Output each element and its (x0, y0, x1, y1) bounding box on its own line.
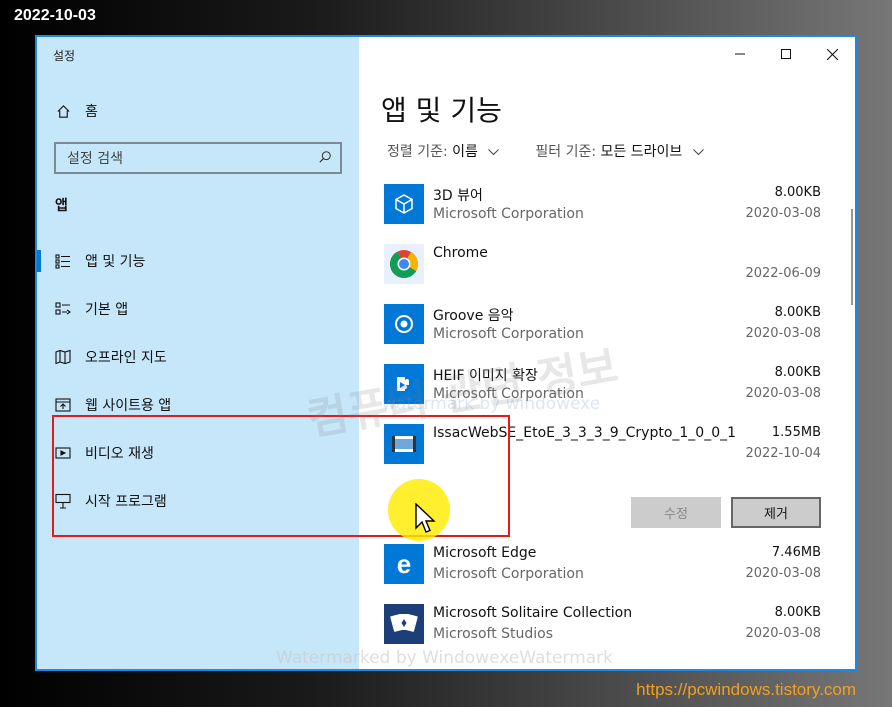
list-filters: 정렬 기준: 이름 필터 기준: 모든 드라이브 (387, 141, 704, 161)
app-size: 8.00KB (774, 605, 821, 620)
settings-search-input[interactable]: 설정 검색 (54, 142, 342, 174)
watermark-bottom: Watermarked by WindowexeWatermark (276, 648, 614, 668)
window-title: 설정 (53, 49, 76, 63)
app-name: Chrome (433, 245, 488, 261)
uninstall-button[interactable]: 제거 (731, 497, 821, 528)
app-name: 3D 뷰어 (433, 188, 483, 204)
app-date: 2020-03-08 (745, 566, 821, 581)
solitaire-icon (384, 604, 424, 644)
default-apps-icon (55, 301, 71, 317)
sidebar: 설정 홈 설정 검색 앱 앱 및 기능 기본 앱 오프라인 지도 웹 사이트용 … (37, 37, 359, 669)
app-name: Microsoft Solitaire Collection (433, 605, 633, 621)
blog-url-stamp: https://pcwindows.tistory.com (636, 680, 856, 699)
app-size: 7.46MB (771, 545, 821, 560)
3d-viewer-icon (384, 184, 424, 224)
nav-item-label: 웹 사이트용 앱 (85, 398, 172, 414)
nav-item-label: 기본 앱 (85, 302, 129, 318)
app-date: 2022-06-09 (745, 266, 821, 281)
list-item[interactable]: Chrome 2022-06-09 (381, 239, 823, 299)
nav-home[interactable]: 홈 (55, 101, 98, 121)
edge-icon: e (384, 544, 424, 584)
watermark-text: watermark by windowexe (382, 394, 601, 414)
app-name: Groove 음악 (433, 308, 514, 324)
minimize-icon (735, 53, 745, 55)
app-size: 1.55MB (771, 425, 821, 440)
app-name: Microsoft Edge (433, 545, 537, 561)
minimize-button[interactable] (717, 37, 763, 71)
maximize-icon (781, 49, 791, 59)
page-title: 앱 및 기능 (381, 94, 502, 127)
app-date: 2022-10-04 (745, 446, 821, 461)
sort-dropdown[interactable]: 정렬 기준: 이름 (387, 141, 500, 161)
app-date: 2020-03-08 (745, 206, 821, 221)
apps-for-websites-icon (55, 397, 71, 413)
groove-music-icon (384, 304, 424, 344)
home-icon (55, 103, 71, 119)
app-date: 2020-03-08 (745, 626, 821, 641)
close-icon (826, 48, 838, 60)
app-publisher: Microsoft Corporation (433, 566, 584, 582)
sort-value: 이름 (452, 144, 478, 160)
section-title: 앱 (55, 198, 68, 214)
app-date: 2020-03-08 (745, 326, 821, 341)
nav-item-apps-features[interactable]: 앱 및 기능 (37, 237, 359, 285)
nav-item-label: 오프라인 지도 (85, 350, 167, 366)
nav-item-default-apps[interactable]: 기본 앱 (37, 285, 359, 333)
app-date: 2020-03-08 (745, 386, 821, 401)
chrome-icon (384, 244, 424, 284)
chevron-down-icon (488, 144, 500, 160)
sort-label: 정렬 기준: (387, 144, 448, 160)
app-publisher: Microsoft Studios (433, 626, 554, 642)
apps-features-icon (55, 253, 71, 269)
settings-window: 설정 홈 설정 검색 앱 앱 및 기능 기본 앱 오프라인 지도 웹 사이트용 … (35, 35, 857, 671)
modify-button[interactable]: 수정 (631, 497, 721, 528)
close-button[interactable] (809, 37, 855, 71)
window-controls (717, 37, 855, 71)
date-stamp: 2022-10-03 (14, 7, 96, 24)
app-size: 8.00KB (774, 365, 821, 380)
filter-label: 필터 기준: (535, 144, 597, 160)
nav-item-offline-maps[interactable]: 오프라인 지도 (37, 333, 359, 381)
app-size: 8.00KB (774, 185, 821, 200)
app-publisher: Microsoft Corporation (433, 206, 584, 222)
list-item[interactable]: e Microsoft Edge Microsoft Corporation 7… (381, 539, 823, 599)
filter-dropdown[interactable]: 필터 기준: 모든 드라이브 (535, 141, 704, 161)
nav-home-label: 홈 (85, 104, 98, 120)
filter-value: 모든 드라이브 (600, 144, 683, 160)
nav-item-label: 앱 및 기능 (85, 254, 146, 270)
app-size: 8.00KB (774, 305, 821, 320)
mouse-cursor-icon (415, 502, 437, 539)
list-item[interactable]: 3D 뷰어 Microsoft Corporation 8.00KB 2020-… (381, 179, 823, 239)
search-placeholder: 설정 검색 (67, 151, 123, 167)
maximize-button[interactable] (763, 37, 809, 71)
chevron-down-icon (692, 144, 704, 160)
search-icon (318, 149, 332, 168)
offline-maps-icon (55, 349, 71, 365)
list-scrollbar[interactable] (851, 209, 853, 305)
